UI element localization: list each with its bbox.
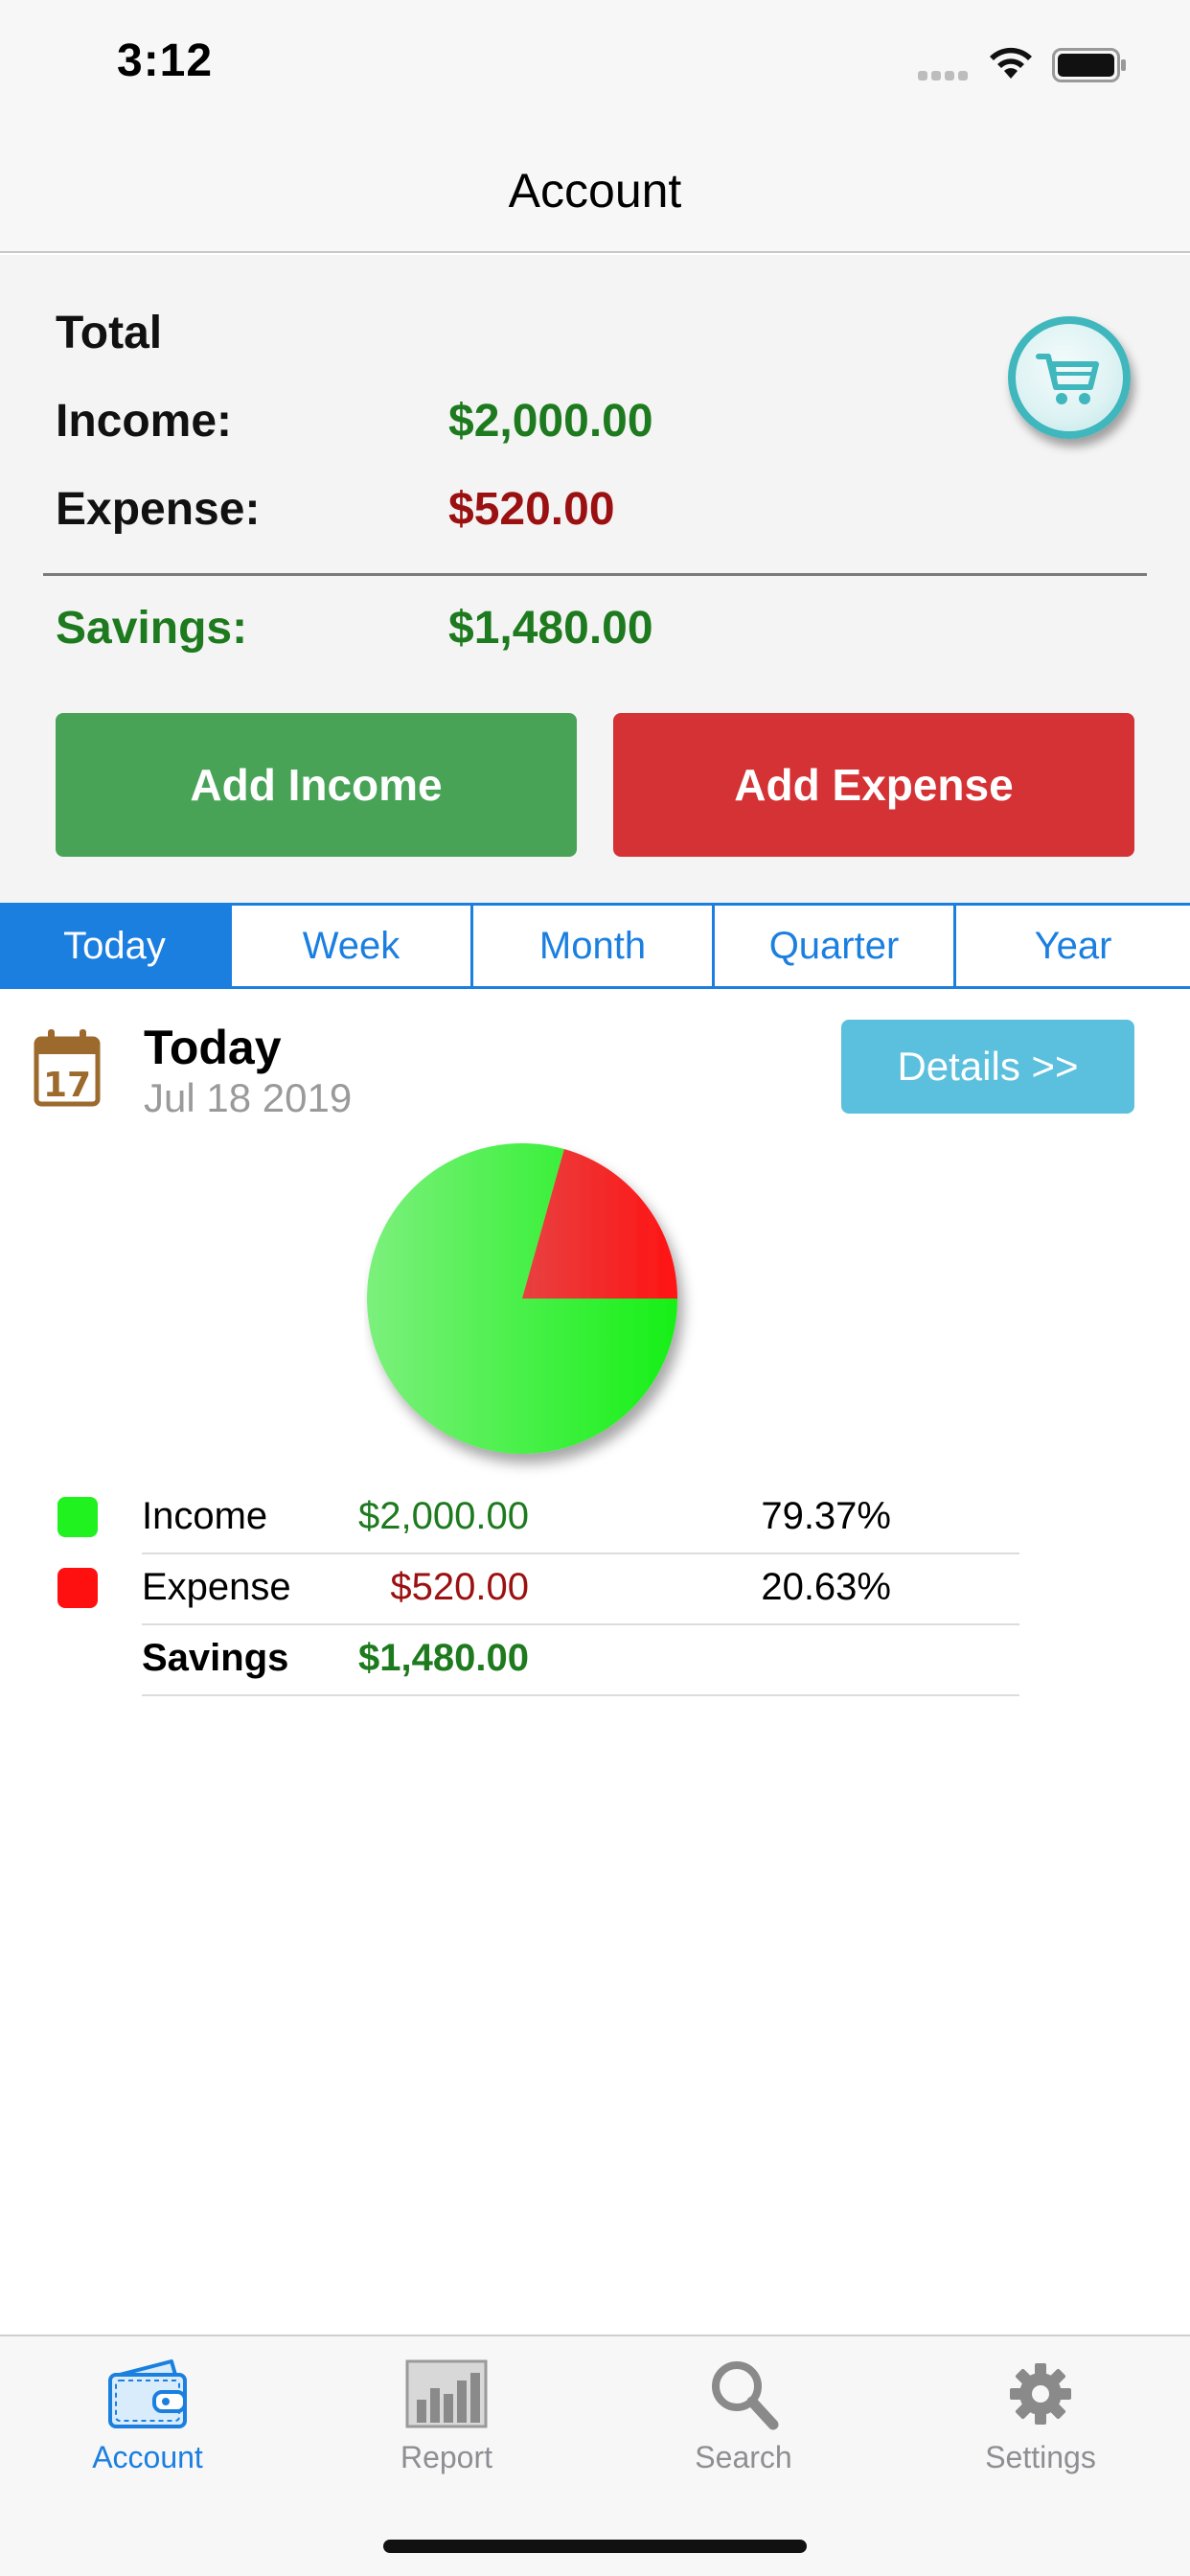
- tab-bar-label-report: Report: [400, 2440, 493, 2474]
- gear-icon: [1010, 2363, 1071, 2425]
- calendar-day: 17: [43, 1066, 91, 1105]
- page-title: Account: [508, 164, 682, 218]
- tab-bar-item-search[interactable]: Search: [638, 2356, 849, 2475]
- legend-expense-label: Expense: [142, 1566, 291, 1608]
- savings-total-value: $1,480.00: [448, 603, 653, 654]
- period-title: Today: [144, 1021, 282, 1074]
- home-indicator: [383, 2540, 807, 2553]
- shopping-cart-button[interactable]: [1008, 316, 1131, 439]
- tab-week[interactable]: Week: [232, 906, 473, 986]
- legend-savings-label: Savings: [142, 1637, 289, 1679]
- account-summary: Total Income: $2,000.00 Expense: $520.00…: [0, 255, 1190, 903]
- summary-divider: [43, 573, 1147, 576]
- legend-row-savings: Savings $1,480.00: [142, 1623, 1019, 1694]
- bar-chart-icon: [405, 2359, 488, 2428]
- tab-bar-item-report[interactable]: Report: [341, 2356, 552, 2475]
- search-icon: [712, 2361, 779, 2430]
- legend-income-label: Income: [142, 1495, 268, 1537]
- tab-month[interactable]: Month: [473, 906, 715, 986]
- add-income-button[interactable]: Add Income: [56, 713, 577, 857]
- tab-bar-label-account: Account: [92, 2440, 203, 2474]
- add-expense-button[interactable]: Add Expense: [613, 713, 1134, 857]
- period-segmented-control: Today Week Month Quarter Year: [0, 903, 1190, 989]
- navigation-bar: Account: [0, 134, 1190, 253]
- legend-divider: [142, 1694, 1019, 1696]
- tab-year[interactable]: Year: [956, 906, 1190, 986]
- expense-label: Expense:: [56, 484, 261, 535]
- income-expense-pie-chart: [367, 1143, 677, 1454]
- tab-bar-label-settings: Settings: [985, 2440, 1096, 2474]
- legend-row-income: Income $2,000.00 79.37%: [142, 1482, 1019, 1552]
- status-bar: 3:12: [0, 0, 1190, 134]
- battery-icon: [1052, 48, 1126, 82]
- period-date: Jul 18 2019: [144, 1075, 353, 1120]
- wallet-icon: [108, 2359, 187, 2428]
- tab-today[interactable]: Today: [0, 906, 232, 986]
- legend-savings-amount: $1,480.00: [358, 1637, 529, 1679]
- legend-expense-amount: $520.00: [390, 1566, 529, 1608]
- cellular-signal-icon: [918, 71, 975, 80]
- income-label: Income:: [56, 396, 233, 447]
- wifi-icon: [990, 47, 1032, 79]
- shopping-cart-icon: [1036, 354, 1099, 404]
- legend-income-percent: 79.37%: [761, 1495, 891, 1537]
- expense-legend-swatch: [57, 1568, 98, 1608]
- legend-income-amount: $2,000.00: [358, 1495, 529, 1537]
- legend-expense-percent: 20.63%: [761, 1566, 891, 1608]
- tab-bar-item-account[interactable]: Account: [42, 2356, 253, 2475]
- income-total-value: $2,000.00: [448, 396, 653, 447]
- tab-bar-item-settings[interactable]: Settings: [935, 2356, 1146, 2475]
- legend-row-expense: Expense $520.00 20.63%: [142, 1552, 1019, 1623]
- status-time: 3:12: [117, 35, 214, 86]
- tab-quarter[interactable]: Quarter: [715, 906, 956, 986]
- income-legend-swatch: [57, 1497, 98, 1537]
- expense-total-value: $520.00: [448, 484, 615, 535]
- total-label: Total: [56, 308, 163, 358]
- calendar-icon: 17: [34, 1029, 101, 1107]
- details-button[interactable]: Details >>: [841, 1020, 1134, 1114]
- savings-label: Savings:: [56, 603, 248, 654]
- tab-bar-label-search: Search: [695, 2440, 792, 2474]
